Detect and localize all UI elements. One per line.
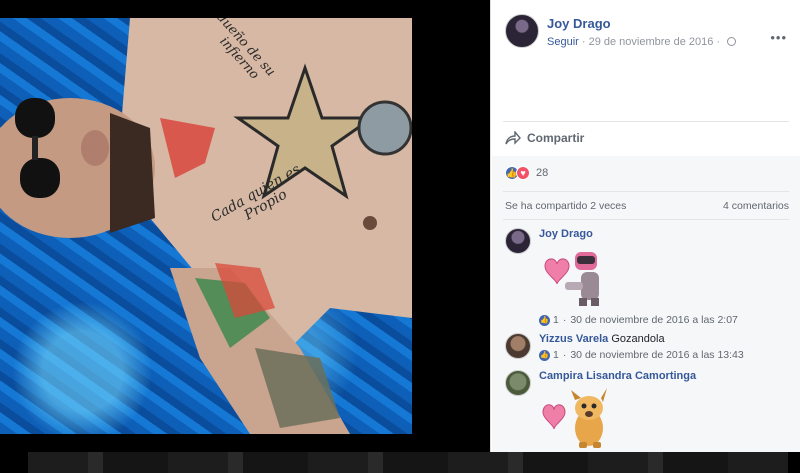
author-name[interactable]: Joy Drago [547, 16, 611, 31]
photo-viewer: Cada quien es Propio dueño de su infiern… [0, 0, 490, 473]
meta-separator: · [581, 36, 586, 48]
commenter-name[interactable]: Yizzus Varela [539, 333, 608, 345]
heart-dog-sticker [542, 388, 607, 448]
share-button[interactable]: Compartir [505, 128, 584, 148]
like-icon: 👍 [539, 314, 550, 326]
divider [503, 121, 789, 122]
comments-count[interactable]: 4 comentarios [723, 200, 789, 212]
comment-meta: 👍 1 · 30 de noviembre de 2016 a las 13:4… [539, 349, 744, 361]
post-meta: Seguir · 29 de noviembre de 2016 · [547, 36, 737, 48]
like-icon: 👍 [539, 349, 550, 361]
comment-body: Gozandola [611, 333, 665, 345]
post-header: Joy Drago Seguir · 29 de noviembre de 20… [505, 12, 795, 52]
post-stats: Se ha compartido 2 veces 4 comentarios [505, 200, 789, 212]
comment: Campira Lisandra Camortinga [505, 370, 795, 452]
commenter-name[interactable]: Joy Drago [539, 228, 593, 240]
comment-time[interactable]: 30 de noviembre de 2016 a las 13:43 [570, 349, 743, 361]
commenter-avatar[interactable] [505, 228, 531, 254]
share-icon [505, 131, 521, 145]
meta-separator: · [562, 314, 567, 326]
photo-illustration [0, 18, 412, 434]
blurred-caption [28, 452, 788, 473]
shares-count[interactable]: Se ha compartido 2 veces [505, 200, 626, 212]
post-panel: Joy Drago Seguir · 29 de noviembre de 20… [490, 0, 800, 452]
comment-like-count[interactable]: 1 [553, 349, 559, 361]
comment-text: Yizzus Varela Gozandola [539, 333, 665, 345]
reactions-summary[interactable]: 👍 ♥ 28 [505, 166, 548, 180]
post-photo[interactable]: Cada quien es Propio dueño de su infiern… [0, 18, 412, 434]
commenter-avatar[interactable] [505, 370, 531, 396]
comment-text: Joy Drago [539, 228, 593, 240]
more-options-icon[interactable]: ••• [770, 30, 787, 45]
comment-like-count[interactable]: 1 [553, 314, 559, 326]
comment-time[interactable]: 30 de noviembre de 2016 a las 2:07 [570, 314, 738, 326]
reaction-count: 28 [536, 167, 549, 179]
heart-robot-sticker [544, 252, 599, 306]
divider [503, 191, 789, 192]
author-avatar[interactable] [505, 14, 539, 48]
comment-meta: 👍 1 · 30 de noviembre de 2016 a las 2:07 [539, 314, 738, 326]
post-date[interactable]: 29 de noviembre de 2016 [589, 36, 714, 48]
share-label: Compartir [527, 131, 585, 145]
divider [503, 219, 789, 220]
comment: Joy Drago 👍 1 · 30 de noviembre de 2016 … [505, 228, 795, 328]
comment-text: Campira Lisandra Camortinga [539, 370, 696, 382]
follow-link[interactable]: Seguir [547, 36, 579, 48]
commenter-avatar[interactable] [505, 333, 531, 359]
love-reaction-icon: ♥ [516, 166, 530, 180]
commenter-name[interactable]: Campira Lisandra Camortinga [539, 370, 696, 382]
globe-icon [727, 37, 737, 46]
meta-separator: · [716, 36, 721, 48]
meta-separator: · [562, 349, 567, 361]
comment: Yizzus Varela Gozandola 👍 1 · 30 de novi… [505, 333, 795, 365]
